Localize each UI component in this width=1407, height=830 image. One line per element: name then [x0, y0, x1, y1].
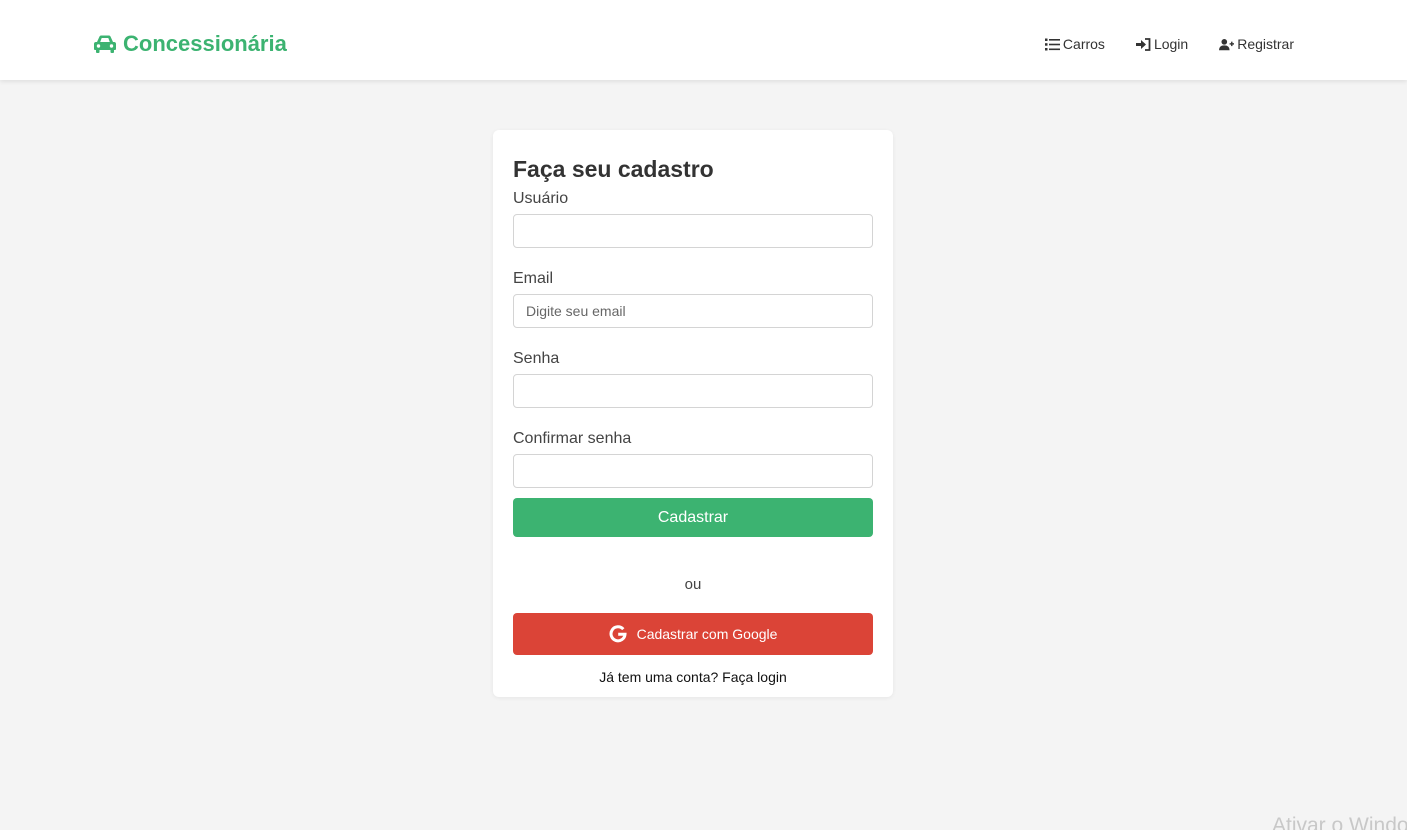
nav-link-carros-label: Carros [1062, 36, 1105, 52]
password-input[interactable] [513, 374, 873, 408]
register-card: Faça seu cadastro Usuário Email Senha Co… [493, 130, 893, 697]
nav-link-login-label: Login [1153, 36, 1189, 52]
user-plus-icon [1219, 38, 1235, 50]
nav-links: Carros Login Registrar [1044, 36, 1294, 52]
brand-link[interactable]: Concessionária [93, 31, 287, 57]
activation-watermark: Ativar o Windows [1272, 814, 1407, 830]
car-icon [94, 35, 116, 53]
nav-link-registrar-label: Registrar [1237, 36, 1294, 52]
nav-link-login[interactable]: Login [1135, 36, 1189, 52]
form-title: Faça seu cadastro [513, 156, 714, 182]
nav-link-registrar[interactable]: Registrar [1219, 36, 1294, 52]
confirm-password-input[interactable] [513, 454, 873, 488]
navbar: Concessionária Carros Login Registrar [0, 0, 1407, 80]
google-register-label: Cadastrar com Google [636, 626, 778, 642]
email-label: Email [513, 270, 554, 287]
password-label: Senha [513, 350, 560, 367]
username-input[interactable] [513, 214, 873, 248]
brand-name: Concessionária [123, 31, 287, 56]
list-icon [1044, 38, 1060, 50]
email-input[interactable] [513, 294, 873, 328]
divider-text: ou [684, 576, 702, 593]
google-icon [609, 625, 627, 643]
confirm-password-label: Confirmar senha [513, 430, 632, 447]
login-link[interactable]: Já tem uma conta? Faça login [513, 669, 873, 685]
nav-link-carros[interactable]: Carros [1044, 36, 1105, 52]
register-button[interactable]: Cadastrar [513, 498, 873, 537]
username-label: Usuário [513, 190, 569, 207]
sign-in-icon [1135, 37, 1151, 51]
google-register-button[interactable]: Cadastrar com Google [513, 613, 873, 655]
